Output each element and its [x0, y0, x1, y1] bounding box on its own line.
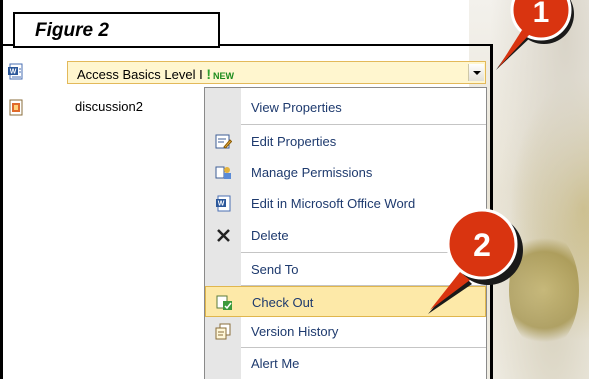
svg-text:W: W — [218, 201, 225, 208]
menu-item-alert-me[interactable]: Alert Me — [205, 348, 486, 379]
document-title-field[interactable]: Access Basics Level I ! NEW — [67, 61, 486, 84]
figure-caption-box: Figure 2 — [13, 12, 220, 48]
word-icon: W — [216, 195, 231, 212]
menu-item-edit-properties[interactable]: Edit Properties — [205, 126, 486, 157]
permissions-icon — [215, 166, 231, 179]
callout-1-number: 1 — [533, 0, 550, 29]
new-mark: ! — [206, 66, 212, 82]
word-document-icon: W — [8, 63, 23, 80]
callout-1: 1 — [496, 0, 574, 70]
version-history-icon — [215, 323, 231, 340]
delete-x-icon — [217, 229, 230, 242]
svg-text:W: W — [10, 69, 17, 76]
edit-properties-icon — [215, 134, 232, 149]
discussion-item-link[interactable]: discussion2 — [75, 99, 143, 114]
menu-item-manage-permissions[interactable]: Manage Permissions — [205, 157, 486, 188]
figure-caption: Figure 2 — [35, 20, 109, 41]
document-title[interactable]: Access Basics Level I ! NEW — [77, 66, 234, 82]
menu-item-view-properties[interactable]: View Properties — [205, 92, 486, 123]
new-badge: NEW — [213, 71, 235, 81]
menu-item-version-history[interactable]: Version History — [205, 316, 486, 347]
dropdown-arrow-button[interactable] — [468, 64, 484, 81]
frame-left-border — [0, 0, 3, 379]
discussion-icon — [9, 99, 23, 116]
callout-2-number: 2 — [473, 227, 491, 263]
menu-separator — [241, 124, 486, 125]
callout-2: 2 — [428, 208, 523, 314]
check-out-icon — [216, 295, 232, 310]
